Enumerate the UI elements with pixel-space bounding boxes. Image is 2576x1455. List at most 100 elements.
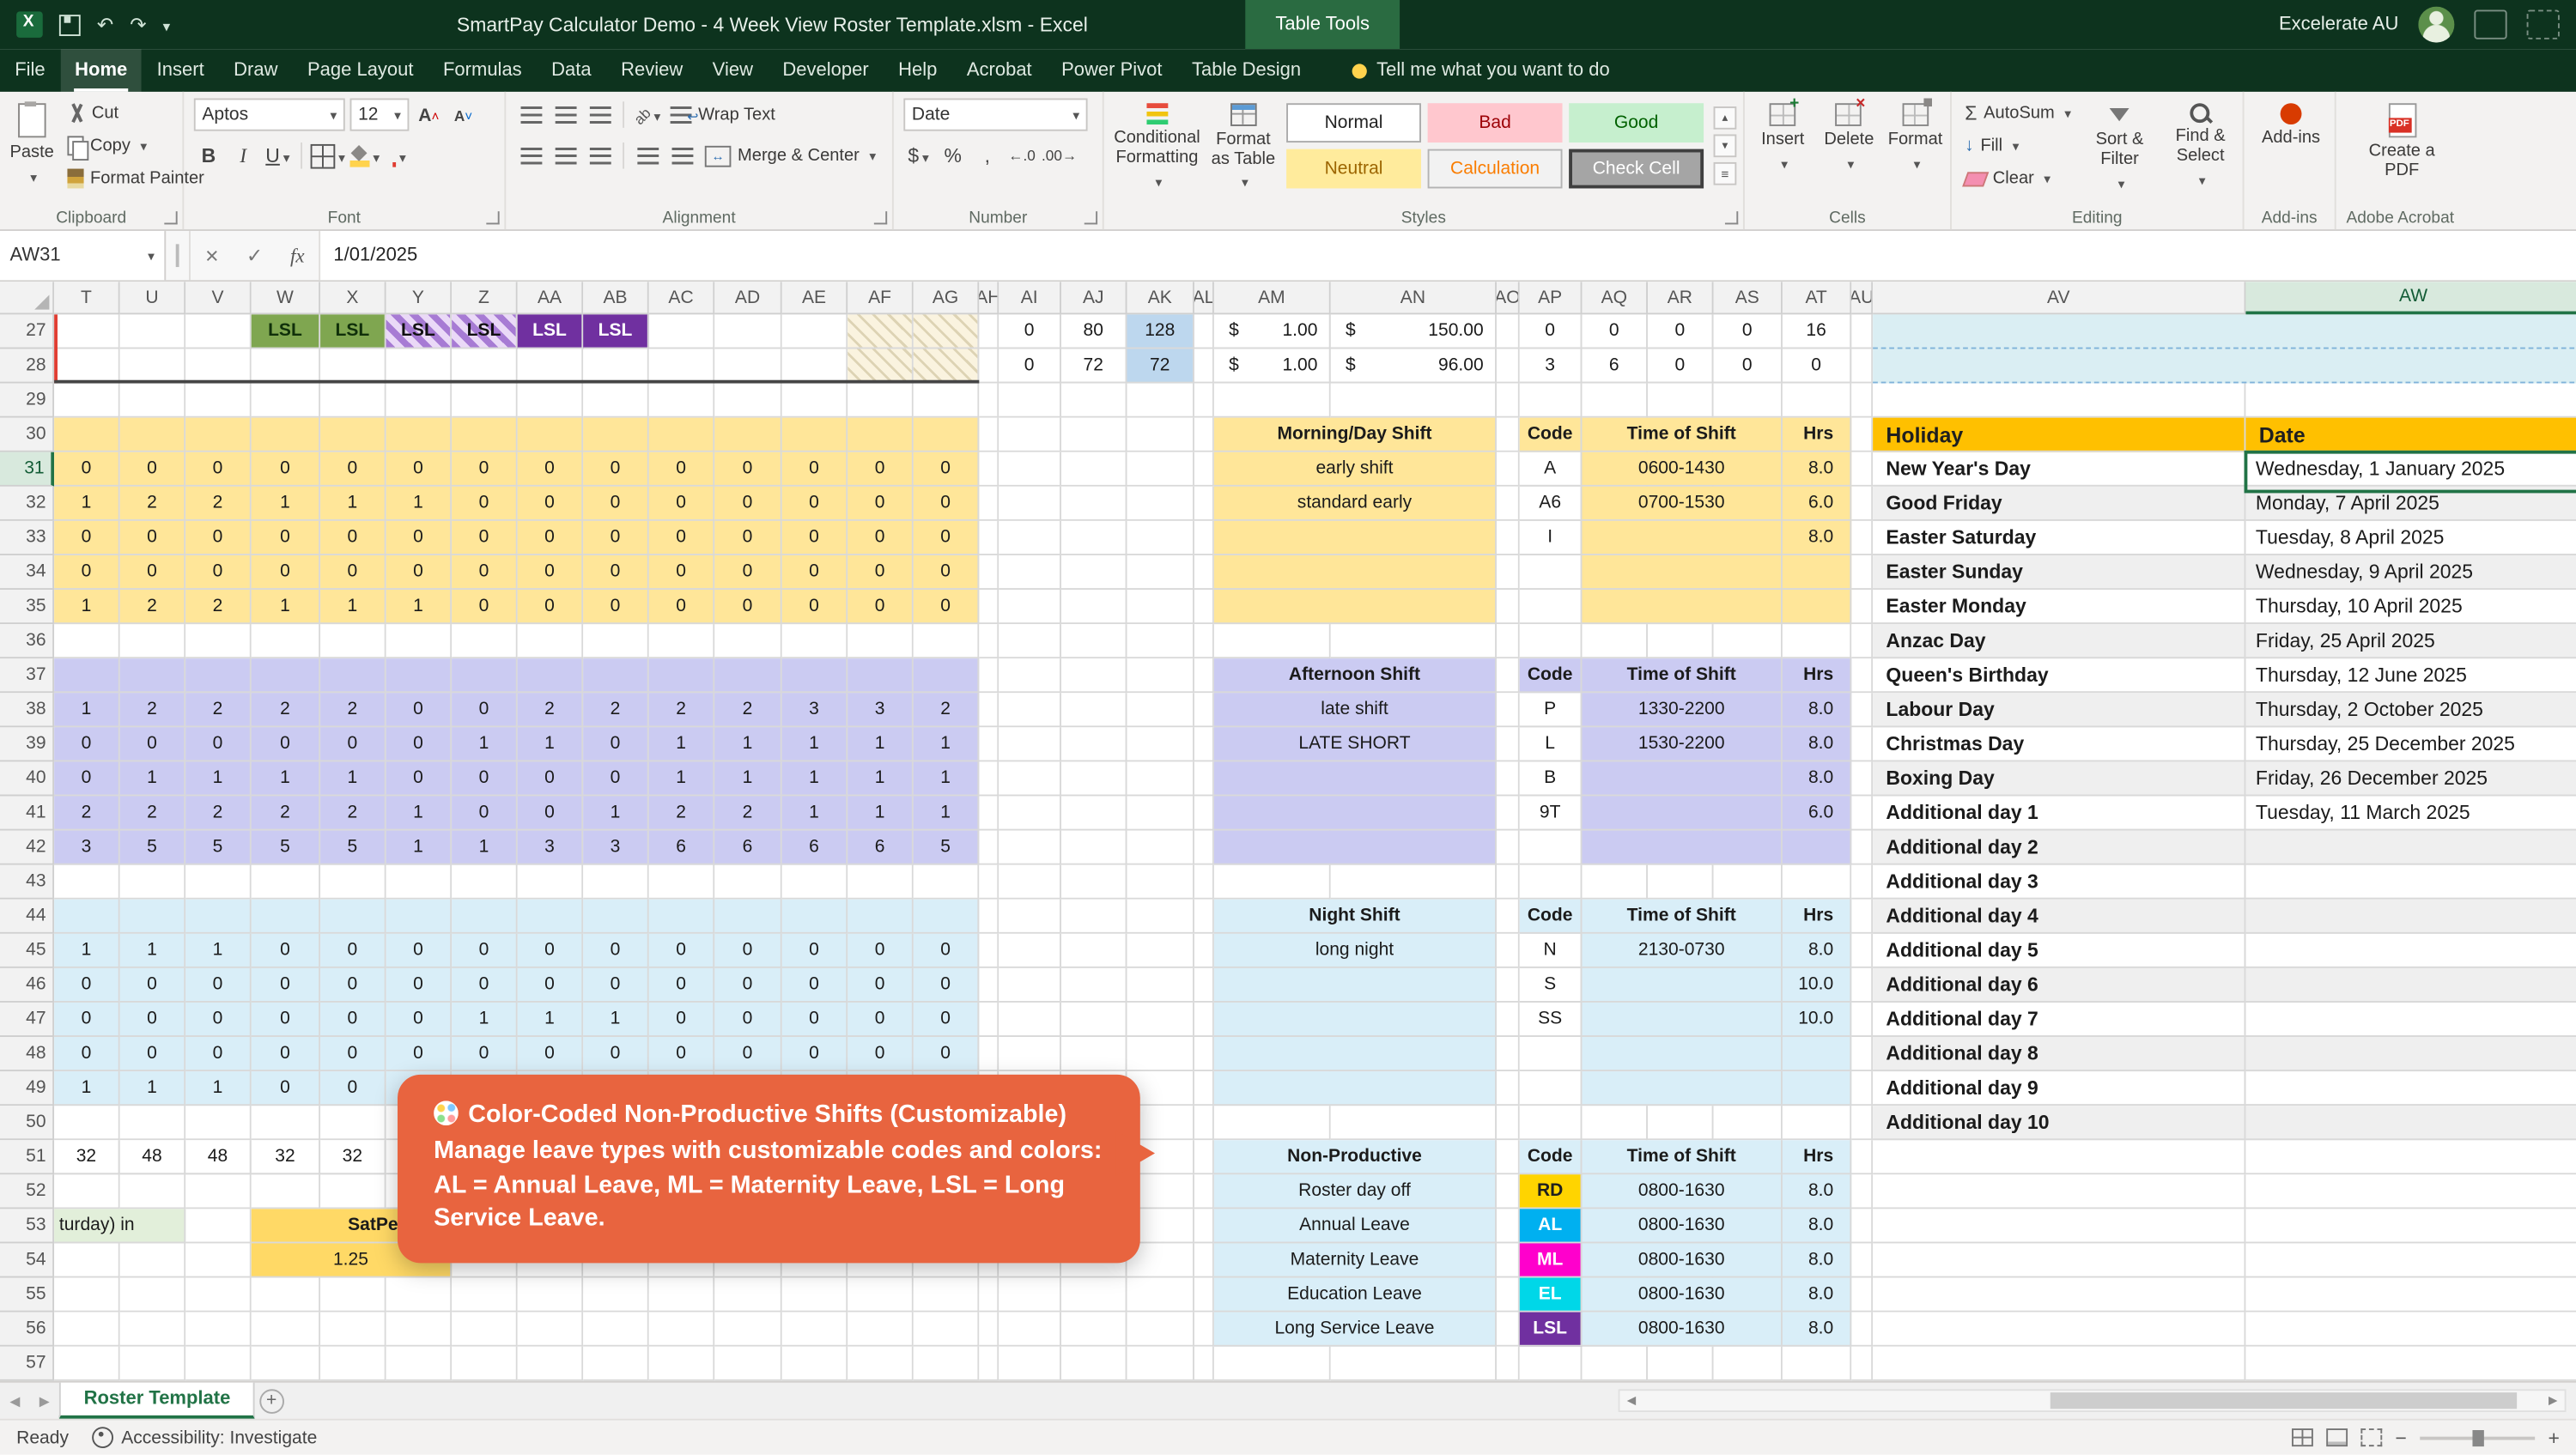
row-header-52[interactable]: 52 [0,1174,54,1209]
grid-cell[interactable] [1061,590,1127,624]
tab-page-layout[interactable]: Page Layout [293,49,428,92]
tell-me[interactable]: Tell me what you want to do [1352,61,1609,81]
find-select-button[interactable]: Find & Select [2165,99,2236,194]
grid-cell[interactable] [1194,900,1214,934]
grid-cell[interactable] [54,349,120,383]
grid-cell[interactable] [979,1037,999,1071]
cell-AQ52[interactable]: 0800-1630 [1582,1174,1782,1209]
col-header-AB[interactable]: AB [583,282,649,314]
grid-cell[interactable] [386,349,453,383]
cell-AC38[interactable]: 2 [649,693,715,727]
cell-AF27[interactable] [848,314,914,349]
grid-cell[interactable] [452,1347,518,1381]
grid-cell[interactable] [1873,1243,2245,1277]
alignment-dialog-launcher[interactable] [874,211,887,224]
cell-W44[interactable] [252,900,320,934]
grid-cell[interactable] [320,384,386,418]
cell-AD44[interactable] [714,900,781,934]
cell-AP33[interactable]: I [1520,521,1583,555]
cell-AA46[interactable]: 0 [518,968,584,1003]
cell-style-check-cell[interactable]: Check Cell [1569,149,1704,189]
grid-cell[interactable] [1851,452,1873,487]
grid-cell[interactable] [979,314,999,349]
cell-Y35[interactable]: 1 [386,590,453,624]
cell-T46[interactable]: 0 [54,968,120,1003]
window-controls-icon[interactable] [2527,9,2560,39]
align-top-button[interactable] [516,99,545,131]
cell-U51[interactable]: 48 [120,1140,186,1174]
tab-formulas[interactable]: Formulas [428,49,537,92]
user-name[interactable]: Excelerate AU [2279,15,2398,34]
row-header-41[interactable]: 41 [0,796,54,830]
grid-cell[interactable] [320,865,386,900]
grid-cell[interactable] [1783,1106,1851,1140]
cell-AD41[interactable]: 2 [714,796,781,830]
cell-AP39[interactable]: L [1520,727,1583,761]
cell-V32[interactable]: 2 [185,487,252,521]
cell-AP54[interactable]: ML [1520,1243,1583,1277]
cell-T51[interactable]: 32 [54,1140,120,1174]
cell-AE35[interactable]: 0 [782,590,848,624]
cell-AT51[interactable]: Hrs [1783,1140,1851,1174]
name-box-splitter[interactable] [166,231,191,280]
font-dialog-launcher[interactable] [486,211,499,224]
grid-cell[interactable] [1194,1071,1214,1106]
col-header-V[interactable]: V [185,282,252,314]
grid-cell[interactable] [1497,761,1520,796]
cell-AQ46[interactable] [1582,968,1782,1003]
cell-AW40[interactable]: Friday, 26 December 2025 [2245,761,2576,796]
cell-AE38[interactable]: 3 [782,693,848,727]
grid-cell[interactable] [518,1313,584,1347]
col-header-AO[interactable]: AO [1497,282,1520,314]
cell-T30[interactable] [54,418,120,452]
cell-AV47[interactable]: Additional day 7 [1873,1003,2245,1037]
cell-AM46[interactable] [1214,968,1497,1003]
cell-AJ28[interactable]: 72 [1061,349,1127,383]
cell-AM55[interactable]: Education Leave [1214,1278,1497,1313]
cell-AT46[interactable]: 10.0 [1783,968,1851,1003]
cell-AG35[interactable]: 0 [914,590,980,624]
cell-AP56[interactable]: LSL [1520,1313,1583,1347]
cell-AC41[interactable]: 2 [649,796,715,830]
row-header-46[interactable]: 46 [0,968,54,1003]
cell-AT40[interactable]: 8.0 [1783,761,1851,796]
cell-AQ45[interactable]: 2130-0730 [1582,934,1782,968]
grid-cell[interactable] [979,658,999,693]
grid-cell[interactable] [1061,452,1127,487]
grid-cell[interactable] [583,1313,649,1347]
cell-AM34[interactable] [1214,555,1497,590]
grid-cell[interactable] [979,555,999,590]
row-header-56[interactable]: 56 [0,1313,54,1347]
grid-cell[interactable] [54,1278,120,1313]
grid-cell[interactable] [714,384,781,418]
row-header-29[interactable]: 29 [0,384,54,418]
grid-cell[interactable] [120,624,186,658]
cell-AJ27[interactable]: 80 [1061,314,1127,349]
ribbon-display-options-icon[interactable] [2474,9,2506,39]
cell-AG28[interactable] [914,349,980,383]
row-header-36[interactable]: 36 [0,624,54,658]
grid-cell[interactable] [1851,1140,1873,1174]
grid-cell[interactable] [120,1313,186,1347]
cell-AM33[interactable] [1214,521,1497,555]
grid-cell[interactable] [999,418,1061,452]
cell-AK28[interactable]: 72 [1127,349,1194,383]
grid-cell[interactable] [583,1347,649,1381]
grid-cell[interactable] [999,1003,1061,1037]
cell-T32[interactable]: 1 [54,487,120,521]
grid-cell[interactable] [848,624,914,658]
cell-Z32[interactable]: 0 [452,487,518,521]
row-header-39[interactable]: 39 [0,727,54,761]
cell-Z40[interactable]: 0 [452,761,518,796]
grid-cell[interactable] [252,865,320,900]
cell-AA35[interactable]: 0 [518,590,584,624]
grid-cell[interactable] [914,1278,980,1313]
cell-AC44[interactable] [649,900,715,934]
grid-cell[interactable] [1127,624,1194,658]
cell-AF46[interactable]: 0 [848,968,914,1003]
grid-cell[interactable] [120,1278,186,1313]
new-sheet-button[interactable] [255,1383,288,1419]
cell-AB35[interactable]: 0 [583,590,649,624]
grid-cell[interactable] [1194,521,1214,555]
grid-cell[interactable] [1194,1174,1214,1209]
